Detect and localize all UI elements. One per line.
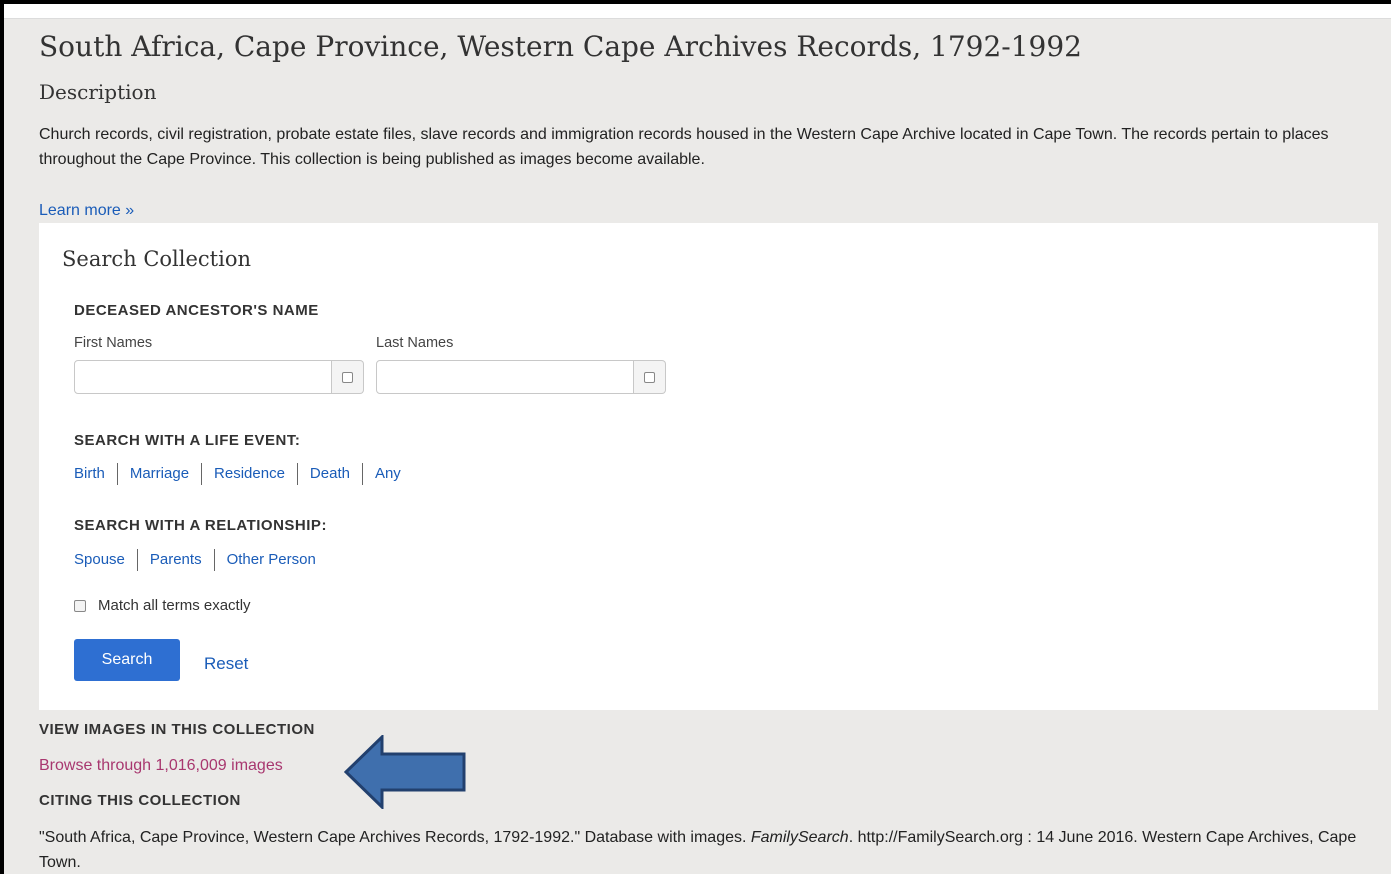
life-event-residence-link[interactable]: Residence [201, 463, 297, 485]
arrow-shape [344, 735, 466, 809]
first-names-group [74, 360, 364, 394]
relationship-label: SEARCH WITH A RELATIONSHIP: [74, 517, 327, 534]
screenshot-frame: South Africa, Cape Province, Western Cap… [0, 0, 1391, 874]
page-title: South Africa, Cape Province, Western Cap… [39, 30, 1082, 63]
match-exactly-row[interactable]: Match all terms exactly [74, 597, 251, 614]
match-exactly-label: Match all terms exactly [98, 597, 251, 614]
last-names-label: Last Names [376, 335, 454, 351]
search-button[interactable]: Search [74, 639, 180, 681]
deceased-ancestor-label: DECEASED ANCESTOR'S NAME [74, 302, 319, 319]
first-names-label: First Names [74, 335, 153, 351]
first-names-exact-toggle[interactable] [332, 360, 364, 394]
last-names-exact-checkbox[interactable] [644, 372, 655, 383]
last-names-input[interactable] [376, 360, 634, 394]
reset-link[interactable]: Reset [204, 654, 248, 674]
relationship-spouse-link[interactable]: Spouse [74, 549, 137, 571]
browse-images-link[interactable]: Browse through 1,016,009 images [39, 757, 283, 775]
view-images-heading: VIEW IMAGES IN THIS COLLECTION [39, 721, 315, 738]
life-event-links: Birth Marriage Residence Death Any [74, 463, 413, 485]
relationship-parents-link[interactable]: Parents [136, 549, 214, 571]
relationship-links: Spouse Parents Other Person [74, 549, 328, 571]
life-event-marriage-link[interactable]: Marriage [116, 463, 201, 485]
match-exactly-checkbox[interactable] [74, 599, 86, 612]
first-names-exact-checkbox[interactable] [342, 372, 353, 383]
life-event-label: SEARCH WITH A LIFE EVENT: [74, 432, 301, 449]
first-names-input[interactable] [74, 360, 332, 394]
life-event-any-link[interactable]: Any [361, 463, 413, 485]
left-arrow-annotation [344, 735, 466, 809]
search-collection-panel: Search Collection DECEASED ANCESTOR'S NA… [39, 223, 1378, 710]
top-divider [4, 4, 1391, 19]
life-event-death-link[interactable]: Death [296, 463, 362, 485]
citation-text: "South Africa, Cape Province, Western Ca… [39, 825, 1369, 874]
last-names-group [376, 360, 666, 394]
life-event-birth-link[interactable]: Birth [74, 463, 117, 485]
relationship-other-person-link[interactable]: Other Person [213, 549, 328, 571]
last-names-exact-toggle[interactable] [634, 360, 666, 394]
citing-heading: CITING THIS COLLECTION [39, 792, 241, 809]
description-text: Church records, civil registration, prob… [39, 126, 1329, 168]
learn-more-link[interactable]: Learn more » [39, 202, 134, 220]
search-collection-title: Search Collection [62, 247, 251, 271]
description-heading: Description [39, 80, 157, 104]
citation-source-name: FamilySearch [750, 829, 849, 846]
citation-text-part1: "South Africa, Cape Province, Western Ca… [39, 829, 751, 846]
